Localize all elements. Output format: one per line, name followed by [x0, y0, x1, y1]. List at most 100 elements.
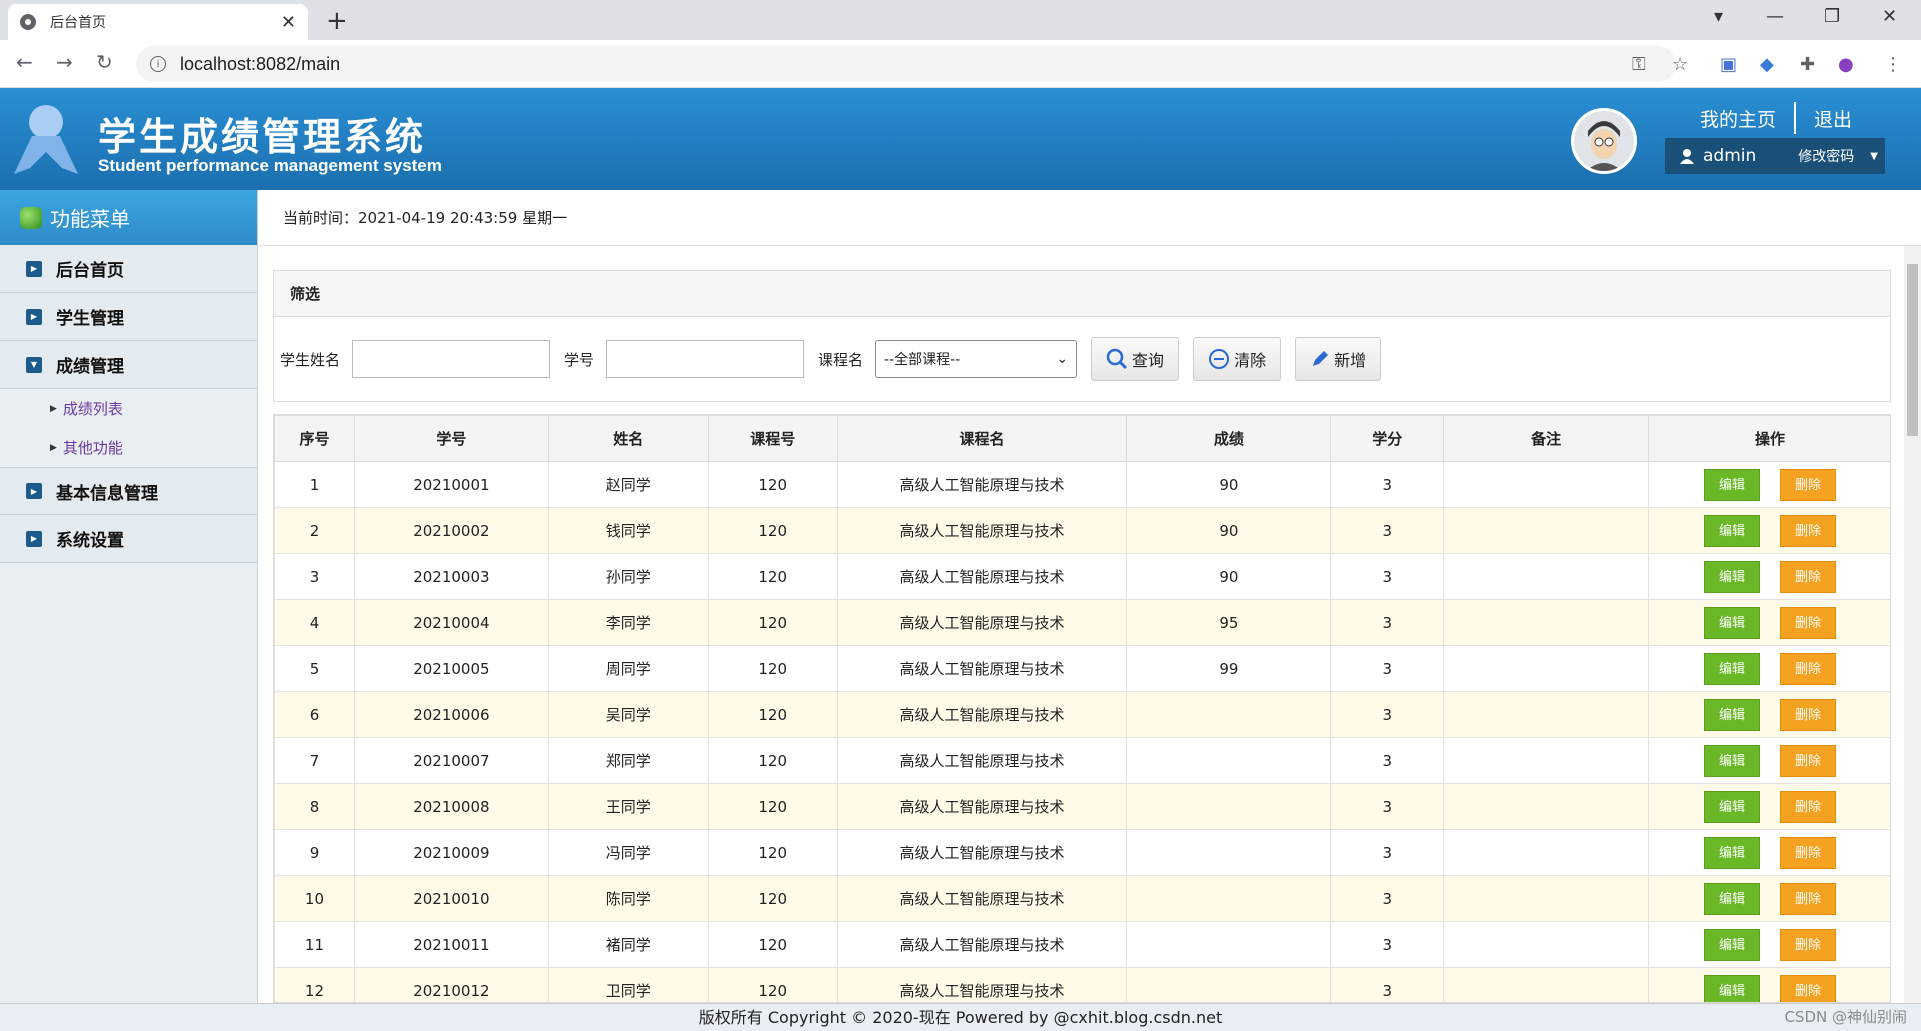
edit-button[interactable]: 编辑 [1704, 606, 1761, 639]
table-cell: 3 [1330, 691, 1445, 738]
table-cell: 20210003 [353, 553, 549, 600]
user-menu[interactable]: admin 修改密码 ▼ [1665, 138, 1885, 174]
tab-title: 后台首页 [50, 14, 106, 30]
close-window-icon[interactable]: ✕ [1882, 6, 1897, 27]
sidebar-item-students[interactable]: ▶ 学生管理 [0, 293, 257, 341]
delete-button[interactable]: 删除 [1780, 928, 1837, 961]
table-cell: 钱同学 [547, 507, 709, 554]
table-cell: 高级人工智能原理与技术 [836, 967, 1128, 1002]
browser-tab[interactable]: 后台首页 ✕ [8, 4, 308, 40]
table-cell: 高级人工智能原理与技术 [836, 829, 1128, 876]
key-icon[interactable]: ⚿ [1632, 54, 1646, 75]
tab-close-icon[interactable]: ✕ [281, 12, 296, 33]
url-field[interactable]: i localhost:8082/main [136, 46, 1676, 82]
puzzle-icon[interactable]: ✚ [1800, 54, 1815, 75]
change-password-link[interactable]: 修改密码 [1798, 146, 1854, 166]
star-icon[interactable]: ☆ [1672, 54, 1688, 75]
edit-button[interactable]: 编辑 [1704, 698, 1761, 731]
sidebar-item-home[interactable]: ▶ 后台首页 [0, 245, 257, 293]
browser-tabbar: 后台首页 ✕ + ▾ — ❐ ✕ [0, 0, 1921, 40]
tab-search-icon[interactable]: ▾ [1714, 6, 1723, 27]
delete-button[interactable]: 删除 [1780, 698, 1837, 731]
table-row: 7 20210007 郑同学 120 高级人工智能原理与技术 3 编辑 删除 [274, 737, 1890, 784]
table-cell: 高级人工智能原理与技术 [836, 507, 1128, 554]
table-cell: 5 [274, 645, 355, 692]
edit-button[interactable]: 编辑 [1704, 744, 1761, 777]
edit-button[interactable]: 编辑 [1704, 790, 1761, 823]
sidebar-subitem-grade-list[interactable]: ▶ 成绩列表 [0, 389, 257, 428]
delete-button[interactable]: 删除 [1780, 836, 1837, 869]
vertical-scrollbar[interactable] [1904, 246, 1921, 1003]
edit-button[interactable]: 编辑 [1704, 468, 1761, 501]
clear-button[interactable]: 清除 [1193, 337, 1282, 381]
table-cell: 20210009 [353, 829, 549, 876]
info-icon[interactable]: i [150, 56, 166, 72]
chevron-down-icon[interactable]: ▼ [1870, 151, 1878, 162]
sidebar-item-basic-info[interactable]: ▶ 基本信息管理 [0, 467, 257, 515]
table-cell: 3 [1330, 829, 1445, 876]
edit-button[interactable]: 编辑 [1704, 514, 1761, 547]
sidebar-item-settings[interactable]: ▶ 系统设置 [0, 515, 257, 563]
delete-button[interactable]: 删除 [1780, 974, 1837, 1002]
table-cell: 3 [1330, 783, 1445, 830]
id-label: 学号 [564, 350, 595, 369]
address-bar: ← → ↻ i localhost:8082/main ⚿ ☆ ▣ ◆ ✚ ● … [0, 40, 1921, 88]
extension-jh-icon[interactable]: ▣ [1720, 54, 1737, 75]
delete-button[interactable]: 删除 [1780, 468, 1837, 501]
table-cell: 120 [707, 921, 838, 968]
delete-button[interactable]: 删除 [1780, 606, 1837, 639]
sidebar-item-label: 后台首页 [56, 261, 124, 281]
delete-button[interactable]: 删除 [1780, 652, 1837, 685]
delete-button[interactable]: 删除 [1780, 744, 1837, 777]
edit-button[interactable]: 编辑 [1704, 974, 1761, 1002]
student-id-input[interactable] [606, 340, 805, 378]
table-cell: 高级人工智能原理与技术 [836, 783, 1128, 830]
course-select[interactable]: --全部课程-- ⌄ [875, 340, 1078, 378]
table-cell: 周同学 [547, 645, 709, 692]
delete-button[interactable]: 删除 [1780, 560, 1837, 593]
column-header: 姓名 [547, 415, 709, 462]
menu-dots-icon[interactable]: ⋮ [1884, 54, 1902, 75]
actions-cell: 编辑 删除 [1648, 461, 1890, 508]
delete-button[interactable]: 删除 [1780, 882, 1837, 915]
new-tab-button[interactable]: + [326, 6, 348, 36]
search-button[interactable]: 查询 [1091, 337, 1180, 381]
table-cell: 90 [1126, 507, 1332, 554]
back-icon[interactable]: ← [16, 50, 33, 74]
reload-icon[interactable]: ↻ [96, 50, 113, 74]
scroll-thumb[interactable] [1907, 264, 1918, 436]
logout-link[interactable]: 退出 [1814, 105, 1852, 132]
sidebar-item-grades[interactable]: ▼ 成绩管理 [0, 341, 257, 389]
student-name-input[interactable] [352, 340, 551, 378]
restore-icon[interactable]: ❐ [1824, 6, 1840, 27]
edit-button[interactable]: 编辑 [1704, 560, 1761, 593]
table-cell: 20210012 [353, 967, 549, 1002]
table-cell: 6 [274, 691, 355, 738]
table-cell [1443, 737, 1650, 784]
add-button[interactable]: 新增 [1295, 337, 1382, 381]
edit-button[interactable]: 编辑 [1704, 836, 1761, 869]
sidebar-subitem-other[interactable]: ▶ 其他功能 [0, 428, 257, 467]
profile-icon[interactable]: ● [1838, 54, 1854, 75]
system-subtitle: Student performance management system [98, 156, 442, 175]
forward-icon[interactable]: → [56, 50, 73, 74]
globe-icon [20, 14, 36, 30]
edit-button[interactable]: 编辑 [1704, 928, 1761, 961]
table-cell: 褚同学 [547, 921, 709, 968]
edit-button[interactable]: 编辑 [1704, 882, 1761, 915]
table-row: 2 20210002 钱同学 120 高级人工智能原理与技术 90 3 编辑 删除 [274, 507, 1890, 554]
table-cell [1443, 691, 1650, 738]
minimize-icon[interactable]: — [1766, 6, 1784, 27]
pencil-icon [1313, 351, 1329, 366]
delete-button[interactable]: 删除 [1780, 514, 1837, 547]
actions-cell: 编辑 删除 [1648, 967, 1890, 1002]
clear-button-label: 清除 [1234, 351, 1267, 370]
edit-button[interactable]: 编辑 [1704, 652, 1761, 685]
table-body: 1 20210001 赵同学 120 高级人工智能原理与技术 90 3 编辑 删除 2 202100… [274, 461, 1890, 1002]
table-cell: 卫同学 [547, 967, 709, 1002]
extension-cap-icon[interactable]: ◆ [1760, 54, 1774, 75]
delete-button[interactable]: 删除 [1780, 790, 1837, 823]
home-link[interactable]: 我的主页 [1700, 105, 1776, 132]
search-icon [1106, 348, 1128, 370]
table-cell: 20210010 [353, 875, 549, 922]
